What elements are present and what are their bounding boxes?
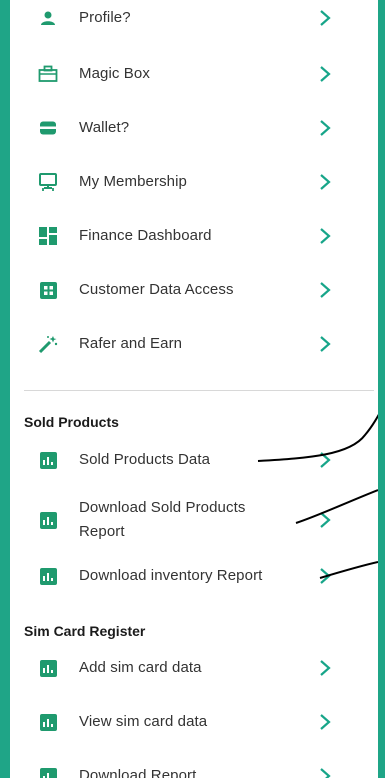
bar-chart-icon [37, 765, 59, 778]
bar-chart-icon [37, 711, 59, 733]
menu-item-refer-and-earn[interactable]: Rafer and Earn [10, 317, 378, 371]
chevron-right-icon [315, 450, 335, 470]
chevron-right-icon [315, 566, 335, 586]
briefcase-icon [37, 63, 59, 85]
menu-item-label: View sim card data [79, 713, 208, 730]
menu-item-wallet[interactable]: Wallet? [10, 101, 378, 155]
bar-chart-icon [37, 565, 59, 587]
section-title-sold-products: Sold Products [24, 414, 119, 430]
person-icon [37, 7, 59, 29]
membership-icon [37, 171, 59, 193]
menu-item-download-inventory-report[interactable]: Download inventory Report [10, 549, 378, 603]
bar-chart-icon [37, 657, 59, 679]
section-title-sim-card-register: Sim Card Register [24, 623, 146, 639]
menu-item-add-sim-card-data[interactable]: Add sim card data [10, 641, 378, 695]
menu-item-label: Profile? [79, 9, 131, 26]
chevron-right-icon [315, 226, 335, 246]
menu-item-label: Download inventory Report [79, 567, 263, 584]
chevron-right-icon [315, 64, 335, 84]
menu-item-label: Sold Products Data [79, 451, 211, 468]
dashboard-icon [37, 225, 59, 247]
divider [24, 390, 374, 391]
chevron-right-icon [315, 8, 335, 28]
bar-chart-icon [37, 509, 59, 531]
menu-item-my-membership[interactable]: My Membership [10, 155, 378, 209]
navigation-drawer: Profile? Magic Box Wallet? My Membership… [10, 0, 378, 778]
menu-item-label: Download Sold Products Report [79, 499, 246, 540]
menu-item-label: Customer Data Access [79, 281, 234, 298]
menu-item-label: Magic Box [79, 65, 150, 82]
chevron-right-icon [315, 334, 335, 354]
menu-item-finance-dashboard[interactable]: Finance Dashboard [10, 209, 378, 263]
menu-item-label: Download Report [79, 767, 197, 778]
chevron-right-icon [315, 118, 335, 138]
bar-chart-icon [37, 449, 59, 471]
menu-item-download-sold-products-report[interactable]: Download Sold Products Report [10, 490, 378, 550]
menu-item-magic-box[interactable]: Magic Box [10, 47, 378, 101]
chevron-right-icon [315, 658, 335, 678]
menu-item-label: Rafer and Earn [79, 335, 183, 352]
chevron-right-icon [315, 510, 335, 530]
menu-item-profile[interactable]: Profile? [10, 0, 378, 45]
chevron-right-icon [315, 280, 335, 300]
chevron-right-icon [315, 766, 335, 778]
menu-item-view-sim-card-data[interactable]: View sim card data [10, 695, 378, 749]
magic-wand-icon [37, 333, 59, 355]
menu-item-sold-products-data[interactable]: Sold Products Data [10, 433, 378, 487]
grid-icon [37, 279, 59, 301]
menu-item-label: Wallet? [79, 119, 130, 136]
chevron-right-icon [315, 712, 335, 732]
menu-item-label: My Membership [79, 173, 187, 190]
menu-item-label: Finance Dashboard [79, 227, 212, 244]
chevron-right-icon [315, 172, 335, 192]
menu-item-customer-data-access[interactable]: Customer Data Access [10, 263, 378, 317]
wallet-icon [37, 117, 59, 139]
menu-item-download-report[interactable]: Download Report [10, 749, 378, 778]
menu-item-label: Add sim card data [79, 659, 202, 676]
